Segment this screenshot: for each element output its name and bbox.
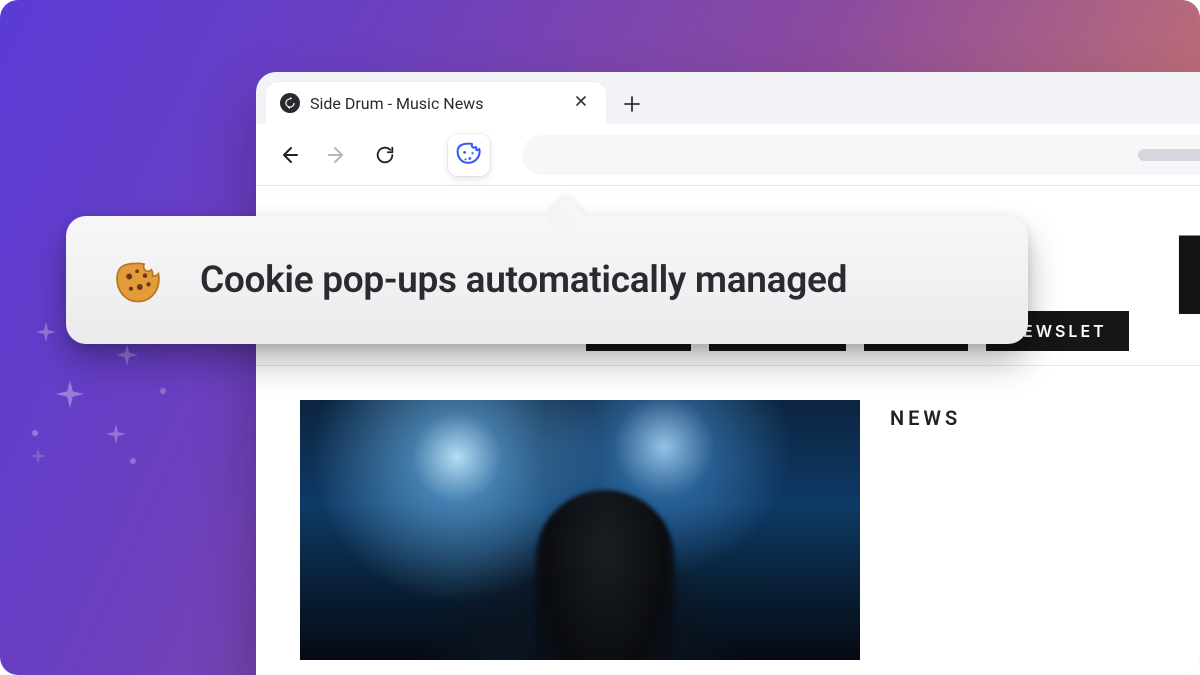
address-bar[interactable] bbox=[522, 135, 1200, 175]
promo-stage: Side Drum - Music News bbox=[0, 0, 1200, 675]
sparkle-dot bbox=[32, 430, 38, 436]
sparkle-icon bbox=[116, 344, 138, 366]
sparkle-icon bbox=[106, 424, 126, 444]
tooltip-message: Cookie pop-ups automatically managed bbox=[200, 259, 847, 302]
sidebar-heading: NEWS bbox=[890, 406, 961, 430]
forward-button[interactable] bbox=[322, 140, 352, 170]
sparkle-dot bbox=[160, 388, 166, 394]
site-logo-text: DRU bbox=[1174, 210, 1200, 341]
sparkle-dot bbox=[130, 458, 136, 464]
addr-placeholder bbox=[1138, 149, 1200, 161]
sparkle-icon bbox=[56, 380, 84, 408]
back-button[interactable] bbox=[274, 140, 304, 170]
sidebar-column: NEWS bbox=[890, 400, 961, 660]
cookie-icon bbox=[110, 252, 166, 308]
hero-image bbox=[300, 400, 860, 660]
tab-strip: Side Drum - Music News bbox=[256, 72, 1200, 124]
article-area: NEWS bbox=[256, 366, 1200, 660]
cookie-protection-indicator[interactable] bbox=[448, 134, 490, 176]
tab-close-button[interactable] bbox=[570, 90, 592, 116]
new-tab-button[interactable] bbox=[614, 86, 650, 122]
reload-button[interactable] bbox=[370, 140, 400, 170]
sparkle-icon bbox=[36, 322, 56, 342]
cookie-tooltip: Cookie pop-ups automatically managed bbox=[66, 216, 1028, 344]
tab-title: Side Drum - Music News bbox=[310, 94, 483, 113]
cookie-outline-icon bbox=[455, 141, 483, 169]
browser-window: Side Drum - Music News bbox=[256, 72, 1200, 675]
tab-favicon-icon bbox=[280, 93, 300, 113]
browser-toolbar bbox=[256, 124, 1200, 186]
sparkle-icon bbox=[30, 448, 46, 464]
browser-tab[interactable]: Side Drum - Music News bbox=[266, 82, 606, 124]
